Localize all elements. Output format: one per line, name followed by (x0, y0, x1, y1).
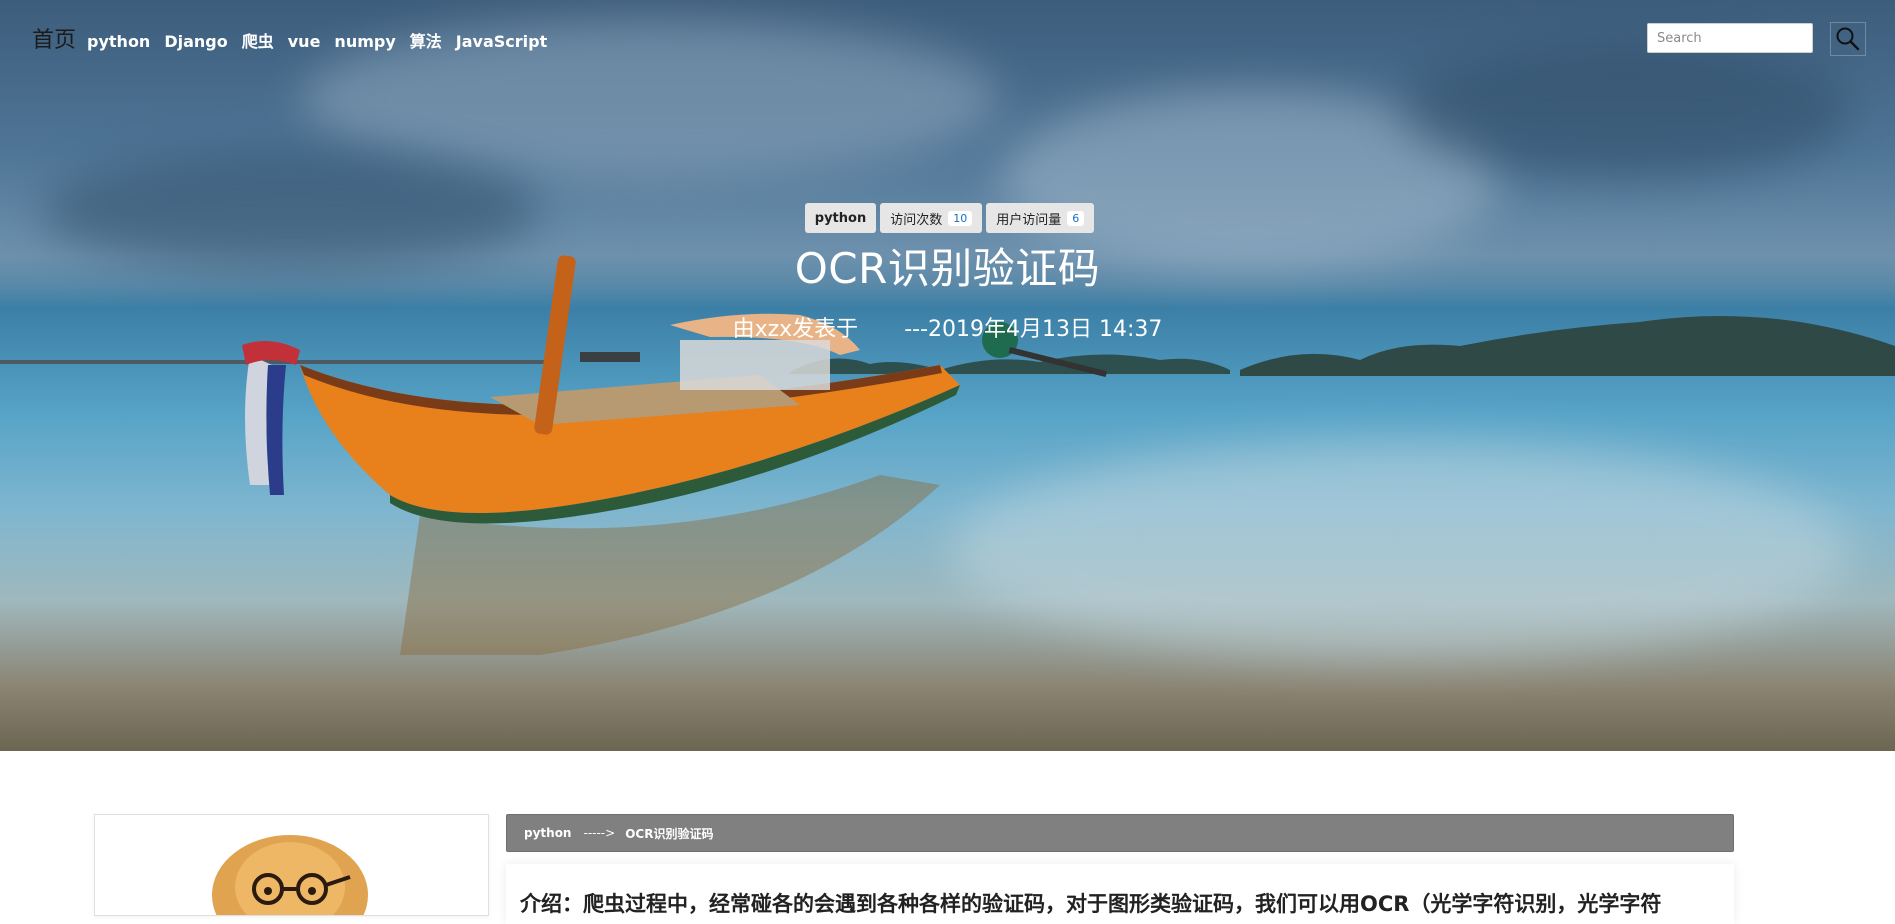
post-date: ---2019年4月13日 14:37 (904, 317, 1163, 342)
breadcrumb-separator: -----> (583, 826, 616, 840)
nav-link-algorithm[interactable]: 算法 (410, 28, 442, 52)
profile-card (94, 814, 489, 916)
top-nav: 首页 python Django 爬虫 vue numpy 算法 JavaScr… (32, 22, 554, 54)
breadcrumb-category[interactable]: python (524, 826, 571, 840)
visits-count: 10 (948, 210, 973, 226)
users-badge: 用户访问量 6 (986, 203, 1095, 233)
nav-link-numpy[interactable]: numpy (334, 32, 395, 51)
article-intro: 介绍：爬虫过程中，经常碰各的会遇到各种各样的验证码，对于图形类验证码，我们可以用… (520, 892, 1662, 916)
users-count: 6 (1067, 210, 1085, 226)
post-badges: python 访问次数 10 用户访问量 6 (2, 203, 1895, 233)
nav-link-javascript[interactable]: JavaScript (456, 32, 547, 51)
nav-home-link[interactable]: 首页 (32, 22, 76, 54)
search-button[interactable] (1830, 22, 1866, 56)
article-content: 介绍：爬虫过程中，经常碰各的会遇到各种各样的验证码，对于图形类验证码，我们可以用… (506, 864, 1734, 924)
post-author: 由xzx发表于 (732, 317, 859, 342)
dog-avatar (212, 835, 368, 915)
breadcrumb-current: OCR识别验证码 (625, 826, 714, 841)
nav-link-vue[interactable]: vue (288, 32, 321, 51)
post-title: OCR识别验证码 (794, 244, 1101, 293)
visits-label: 访问次数 (890, 212, 943, 228)
search-icon (1836, 27, 1860, 51)
hero-banner (0, 0, 1895, 751)
users-label: 用户访问量 (996, 212, 1062, 228)
nav-link-python[interactable]: python (87, 32, 150, 51)
nav-link-spider[interactable]: 爬虫 (242, 28, 274, 52)
category-badge[interactable]: python (804, 203, 877, 233)
post-meta: 由xzx发表于 ---2019年4月13日 14:37 (0, 311, 1895, 343)
breadcrumb: python -----> OCR识别验证码 (506, 814, 1734, 852)
visits-badge: 访问次数 10 (880, 203, 983, 233)
search-input[interactable] (1647, 23, 1813, 53)
nav-link-django[interactable]: Django (164, 32, 227, 51)
